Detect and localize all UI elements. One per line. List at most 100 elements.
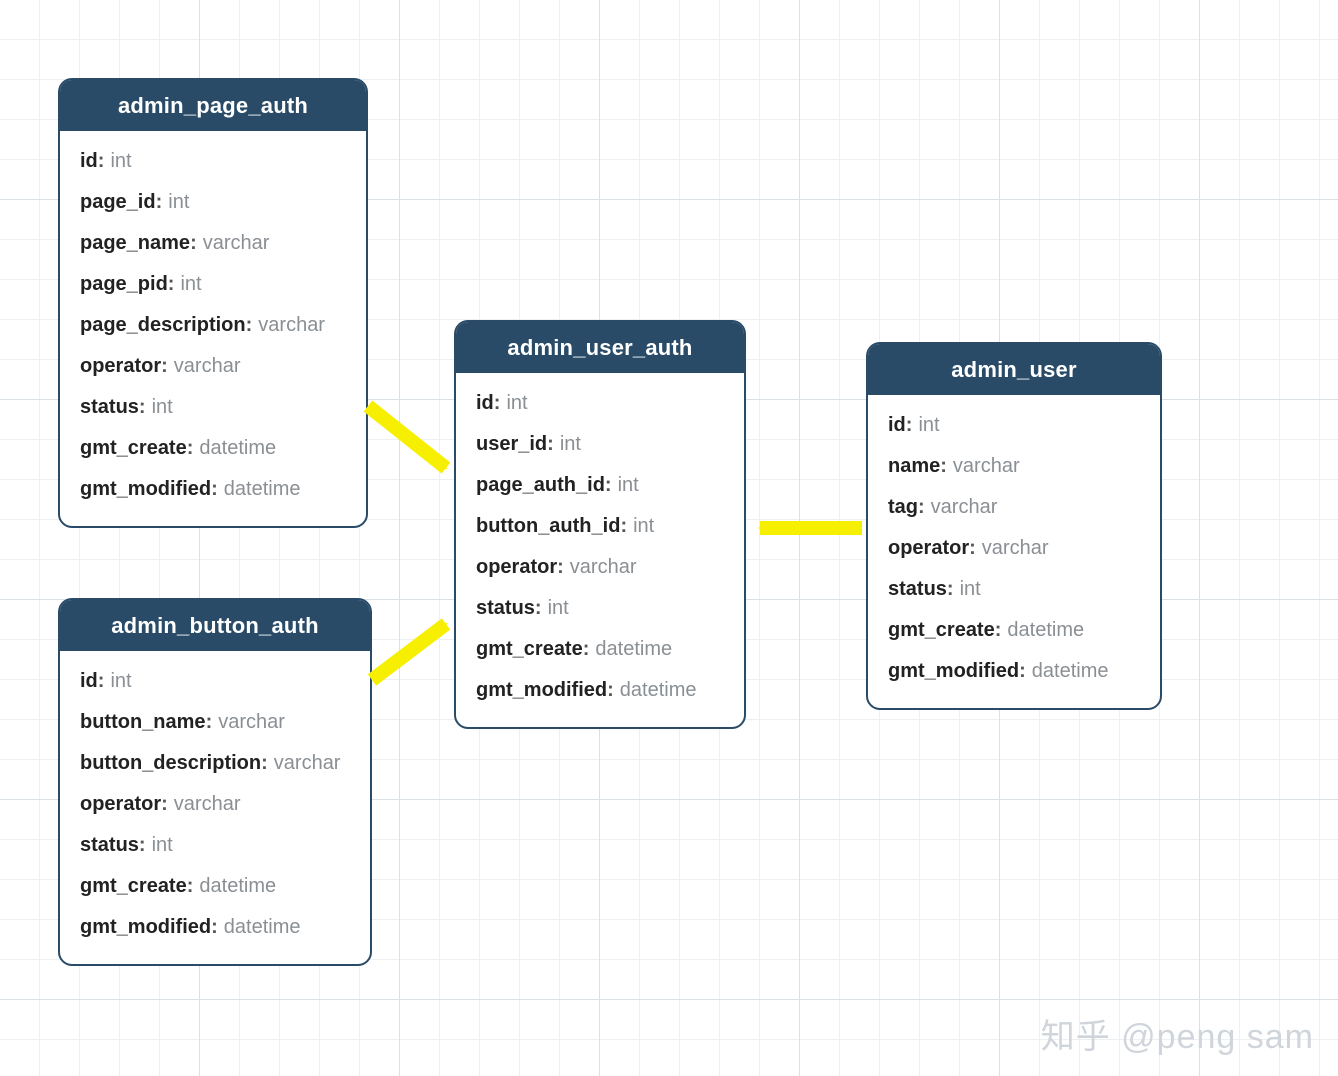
- field-row: status:int: [888, 569, 1140, 610]
- field-separator: :: [607, 678, 614, 703]
- field-name: button_description: [80, 751, 261, 776]
- field-row: id:int: [80, 661, 350, 702]
- field-separator: :: [168, 272, 175, 297]
- field-type: varchar: [174, 354, 241, 379]
- field-name: page_pid: [80, 272, 168, 297]
- field-name: user_id: [476, 432, 547, 457]
- field-separator: :: [156, 190, 163, 215]
- field-type: int: [180, 272, 201, 297]
- field-type: varchar: [570, 555, 637, 580]
- field-separator: :: [261, 751, 268, 776]
- field-type: int: [960, 577, 981, 602]
- field-row: gmt_create:datetime: [888, 610, 1140, 651]
- field-type: varchar: [274, 751, 341, 776]
- field-type: int: [918, 413, 939, 438]
- entity-header: admin_page_auth: [60, 80, 366, 131]
- entity-body: id:intuser_id:intpage_auth_id:intbutton_…: [456, 373, 744, 727]
- field-row: page_name:varchar: [80, 223, 346, 264]
- arrow-page-auth-to-user-auth: [368, 406, 446, 468]
- entity-body: id:intname:varchartag:varcharoperator:va…: [868, 395, 1160, 708]
- field-type: int: [506, 391, 527, 416]
- field-type: datetime: [224, 915, 301, 940]
- field-separator: :: [947, 577, 954, 602]
- field-separator: :: [246, 313, 253, 338]
- field-separator: :: [211, 915, 218, 940]
- field-separator: :: [161, 354, 168, 379]
- field-name: id: [80, 149, 98, 174]
- field-row: operator:varchar: [476, 547, 724, 588]
- field-name: gmt_create: [80, 874, 187, 899]
- field-row: gmt_modified:datetime: [888, 651, 1140, 692]
- field-row: id:int: [888, 405, 1140, 446]
- field-type: datetime: [1032, 659, 1109, 684]
- field-type: datetime: [595, 637, 672, 662]
- field-separator: :: [187, 874, 194, 899]
- field-row: gmt_create:datetime: [80, 428, 346, 469]
- watermark: 知乎 @peng sam: [1041, 1009, 1314, 1058]
- field-separator: :: [918, 495, 925, 520]
- entity-admin-page-auth[interactable]: admin_page_auth id:intpage_id:intpage_na…: [58, 78, 368, 528]
- entity-admin-user[interactable]: admin_user id:intname:varchartag:varchar…: [866, 342, 1162, 710]
- field-name: gmt_modified: [888, 659, 1019, 684]
- entity-header: admin_user: [868, 344, 1160, 395]
- field-name: page_name: [80, 231, 190, 256]
- field-type: int: [618, 473, 639, 498]
- field-type: varchar: [203, 231, 270, 256]
- field-name: operator: [80, 354, 161, 379]
- field-separator: :: [995, 618, 1002, 643]
- field-separator: :: [494, 391, 501, 416]
- field-name: gmt_create: [888, 618, 995, 643]
- field-name: page_description: [80, 313, 246, 338]
- field-separator: :: [583, 637, 590, 662]
- field-separator: :: [969, 536, 976, 561]
- field-row: gmt_create:datetime: [80, 866, 350, 907]
- field-separator: :: [161, 792, 168, 817]
- field-separator: :: [190, 231, 197, 256]
- field-separator: :: [206, 710, 213, 735]
- field-type: int: [168, 190, 189, 215]
- field-row: button_name:varchar: [80, 702, 350, 743]
- field-type: varchar: [174, 792, 241, 817]
- field-name: page_auth_id: [476, 473, 605, 498]
- field-row: page_auth_id:int: [476, 465, 724, 506]
- field-separator: :: [620, 514, 627, 539]
- diagram-canvas: admin_page_auth id:intpage_id:intpage_na…: [0, 0, 1338, 1076]
- field-type: int: [560, 432, 581, 457]
- field-row: page_description:varchar: [80, 305, 346, 346]
- entity-admin-user-auth[interactable]: admin_user_auth id:intuser_id:intpage_au…: [454, 320, 746, 729]
- field-type: varchar: [953, 454, 1020, 479]
- field-row: status:int: [476, 588, 724, 629]
- field-name: operator: [476, 555, 557, 580]
- field-separator: :: [906, 413, 913, 438]
- field-type: datetime: [1007, 618, 1084, 643]
- field-type: int: [110, 149, 131, 174]
- field-row: gmt_modified:datetime: [476, 670, 724, 711]
- field-name: gmt_create: [80, 436, 187, 461]
- field-type: varchar: [982, 536, 1049, 561]
- field-row: gmt_create:datetime: [476, 629, 724, 670]
- field-name: gmt_modified: [80, 477, 211, 502]
- field-type: varchar: [258, 313, 325, 338]
- field-separator: :: [547, 432, 554, 457]
- field-type: datetime: [199, 874, 276, 899]
- field-type: datetime: [199, 436, 276, 461]
- field-name: name: [888, 454, 940, 479]
- field-type: datetime: [224, 477, 301, 502]
- field-separator: :: [187, 436, 194, 461]
- field-row: id:int: [476, 383, 724, 424]
- field-type: varchar: [931, 495, 998, 520]
- field-separator: :: [557, 555, 564, 580]
- field-type: int: [633, 514, 654, 539]
- field-row: gmt_modified:datetime: [80, 907, 350, 948]
- entity-body: id:intpage_id:intpage_name:varcharpage_p…: [60, 131, 366, 526]
- field-separator: :: [211, 477, 218, 502]
- field-row: operator:varchar: [888, 528, 1140, 569]
- field-row: user_id: int: [476, 424, 724, 465]
- field-name: gmt_modified: [476, 678, 607, 703]
- field-row: gmt_modified:datetime: [80, 469, 346, 510]
- field-name: tag: [888, 495, 918, 520]
- arrow-button-auth-to-user-auth: [372, 624, 446, 680]
- entity-admin-button-auth[interactable]: admin_button_auth id:intbutton_name:varc…: [58, 598, 372, 966]
- field-separator: :: [535, 596, 542, 621]
- field-name: status: [476, 596, 535, 621]
